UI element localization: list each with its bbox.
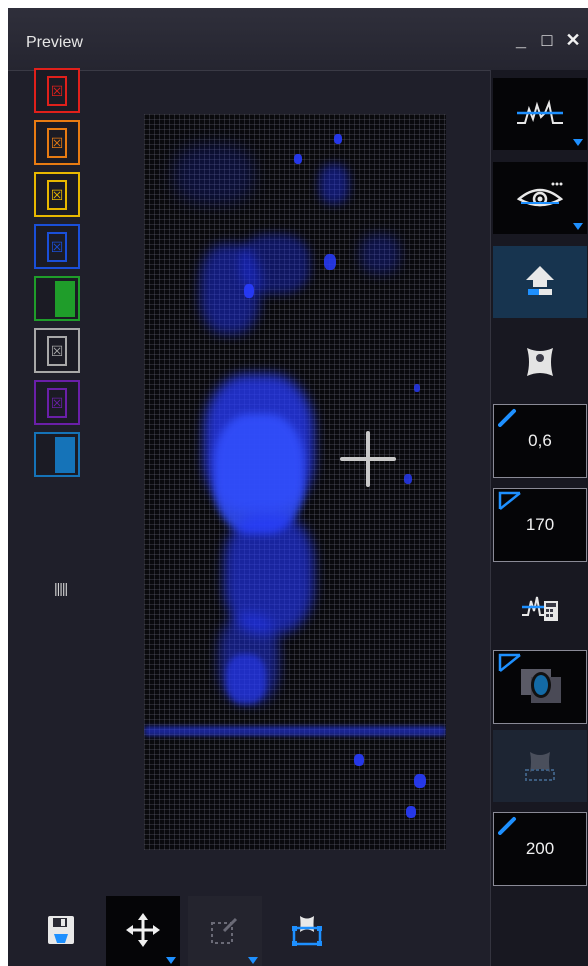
- right-toolbar: 0,6 170 200: [490, 70, 588, 966]
- save-icon: [46, 914, 76, 951]
- move-tool-button[interactable]: [106, 896, 180, 966]
- window-title: Preview: [26, 34, 83, 51]
- filter-yellow-icon: ☒: [47, 179, 67, 210]
- filter-cyan-button[interactable]: [34, 432, 80, 477]
- eye-icon: [515, 179, 565, 218]
- roi-mask-button[interactable]: [493, 650, 587, 724]
- bone-icon: [523, 344, 557, 385]
- preview-window: Preview _ □ ✕ ☒ ☒ ☒ ☒ ☒ ☒ ||||| 0,6 170 …: [8, 8, 588, 966]
- filter-yellow-button[interactable]: ☒: [34, 172, 80, 217]
- title-bar: Preview _ □ ✕: [8, 8, 588, 71]
- threshold-value: 0,6: [528, 431, 552, 450]
- bottom-toolbar: [8, 886, 490, 966]
- visibility-dropdown-arrow[interactable]: [573, 223, 583, 230]
- filter-red-button[interactable]: ☒: [34, 68, 80, 113]
- filter-orange-button[interactable]: ☒: [34, 120, 80, 165]
- bone-button[interactable]: [493, 328, 587, 400]
- crop-tool-button[interactable]: [270, 896, 344, 966]
- size-value: 200: [525, 839, 555, 858]
- barcode-icon[interactable]: |||||: [54, 580, 68, 596]
- pencil-icon: [498, 407, 518, 432]
- move-dropdown-arrow[interactable]: [166, 957, 176, 964]
- preview-image[interactable]: [144, 114, 446, 850]
- close-button[interactable]: ✕: [564, 30, 582, 51]
- pencil-icon: [498, 815, 518, 840]
- filter-orange-icon: ☒: [47, 127, 67, 158]
- filter-red-icon: ☒: [47, 75, 67, 106]
- filter-purple-icon: ☒: [47, 387, 67, 418]
- unload-button[interactable]: [493, 246, 587, 318]
- select-tool-button[interactable]: [188, 896, 262, 966]
- maximize-button[interactable]: □: [538, 30, 556, 51]
- crosshair-cursor: [340, 431, 396, 487]
- angle-value: 170: [525, 515, 555, 534]
- histogram-calc-icon: [520, 589, 560, 628]
- select-dropdown-arrow[interactable]: [248, 957, 258, 964]
- minimize-button[interactable]: _: [512, 30, 530, 51]
- crop-icon: [289, 912, 325, 953]
- window-controls: _ □ ✕: [512, 30, 582, 51]
- filter-gray-icon: ☒: [47, 335, 67, 366]
- filter-blue-icon: ☒: [47, 231, 67, 262]
- angle-input[interactable]: 170: [493, 488, 587, 562]
- move-icon: [125, 912, 161, 953]
- save-button[interactable]: [24, 896, 98, 966]
- select-tool-icon: [208, 913, 242, 952]
- filter-green-button[interactable]: [34, 276, 80, 321]
- visibility-button[interactable]: [493, 162, 587, 234]
- histogram-calc-button[interactable]: [493, 572, 587, 644]
- histogram-icon: [515, 95, 565, 134]
- filter-cyan-swatch: [55, 436, 75, 473]
- layer-icon: [520, 744, 560, 789]
- angle-icon: [498, 491, 522, 516]
- threshold-input[interactable]: 0,6: [493, 404, 587, 478]
- filter-purple-button[interactable]: ☒: [34, 380, 80, 425]
- filter-gray-button[interactable]: ☒: [34, 328, 80, 373]
- histogram-dropdown-arrow[interactable]: [573, 139, 583, 146]
- histogram-button[interactable]: [493, 78, 587, 150]
- size-input[interactable]: 200: [493, 812, 587, 886]
- filter-blue-button[interactable]: ☒: [34, 224, 80, 269]
- roi-angle-icon: [498, 653, 522, 678]
- filter-green-swatch: [55, 280, 75, 317]
- roi-mask-icon: [515, 663, 565, 712]
- layer-button[interactable]: [493, 730, 587, 802]
- eject-icon: [522, 262, 558, 303]
